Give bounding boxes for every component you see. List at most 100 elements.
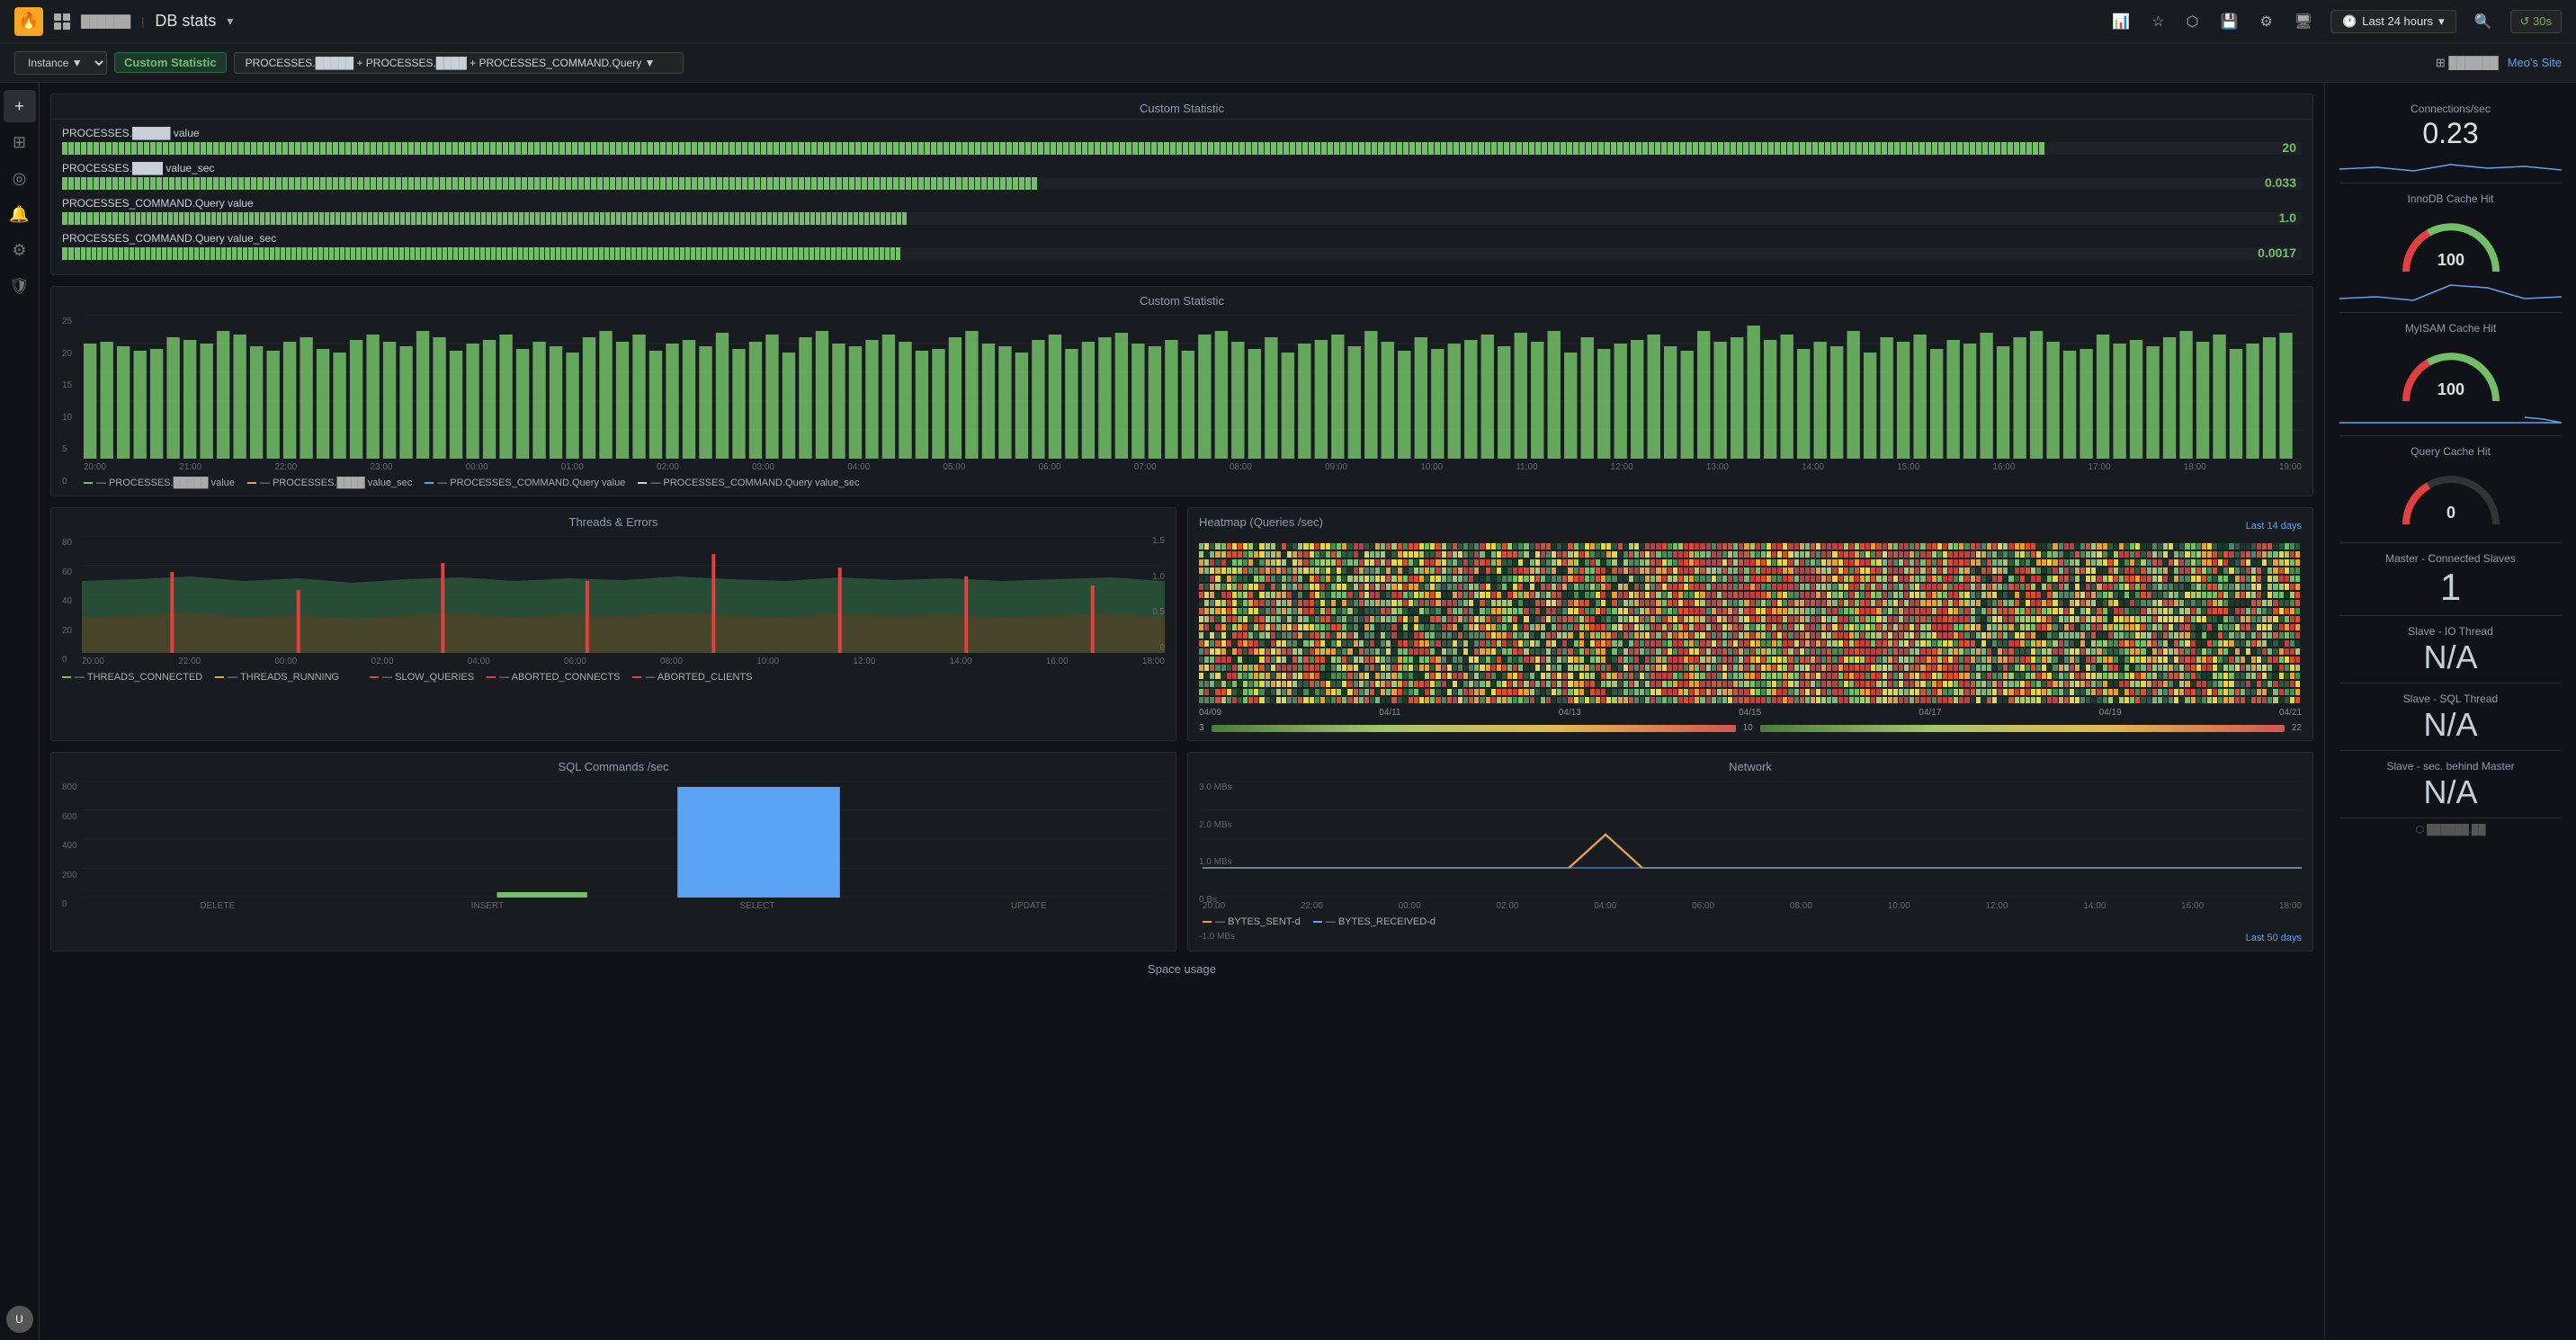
sidebar-item-plus[interactable]: + (4, 90, 36, 122)
heatmap-cell (2114, 608, 2118, 614)
heatmap-cell (1943, 608, 1947, 614)
dashboard-icon-btn[interactable]: 📊 (2108, 9, 2133, 34)
heatmap-cell (1497, 673, 1501, 679)
bar-segment (669, 247, 674, 260)
heatmap-cell (1447, 689, 1452, 695)
heatmap-cell (1557, 600, 1561, 606)
instance-dropdown[interactable]: Instance ▼ (14, 51, 107, 75)
heatmap-cell (1463, 657, 1468, 663)
heatmap-cell (1507, 689, 1512, 695)
slave-sql-stat: Slave - SQL Thread N/A (2339, 683, 2562, 751)
heatmap-cell (1650, 608, 1655, 614)
heatmap-cell (2003, 665, 2008, 671)
heatmap-cell (2279, 697, 2284, 703)
heatmap-cell (2218, 616, 2223, 622)
heatmap-cell (1904, 648, 1909, 655)
bar-segment (562, 212, 567, 225)
settings-icon-btn[interactable]: ⚙ (2256, 9, 2276, 34)
bar-segment (830, 142, 836, 155)
heatmap-cell (1794, 567, 1799, 574)
heatmap-cell (1964, 697, 1969, 703)
heatmap-cell (1695, 640, 1699, 647)
heatmap-cell (2053, 600, 2057, 606)
heatmap-cell (1767, 648, 1771, 655)
heatmap-cell (1530, 632, 1534, 639)
heatmap-cell (2086, 624, 2090, 630)
heatmap-cell (1347, 673, 1352, 679)
search-icon-btn[interactable]: 🔍 (2471, 9, 2496, 34)
formula-dropdown[interactable]: PROCESSES.█████ + PROCESSES.████ + PROCE… (234, 52, 684, 74)
grid-icon[interactable] (54, 13, 70, 30)
sidebar-item-bell[interactable]: 🔔 (4, 198, 36, 230)
heatmap-cell (1712, 632, 1716, 639)
heatmap-cell (1347, 543, 1352, 549)
heatmap-cell (2008, 681, 2013, 687)
heatmap-cell (2091, 689, 2096, 695)
heatmap-cell (1199, 559, 1203, 566)
bar-segment (648, 177, 653, 190)
heatmap-cell (1447, 559, 1452, 566)
title-dropdown-arrow[interactable]: ▾ (227, 13, 233, 29)
heatmap-cell (2285, 551, 2289, 558)
heatmap-cell (1574, 648, 1579, 655)
star-icon-btn[interactable]: ☆ (2148, 9, 2168, 34)
heatmap-cell (1292, 616, 1297, 622)
heatmap-cell (2290, 592, 2294, 598)
heatmap-cell (1243, 697, 1248, 703)
heatmap-cell (1943, 600, 1947, 606)
heatmap-cell (1722, 584, 1727, 590)
heatmap-cell (2191, 559, 2196, 566)
heatmap-cell (1739, 608, 1743, 614)
share-icon-btn[interactable]: ⬡ (2183, 9, 2203, 34)
heatmap-cell (1794, 584, 1799, 590)
heatmap-cell (1562, 624, 1567, 630)
heatmap-cell (1375, 616, 1380, 622)
heatmap-cell (1976, 657, 1981, 663)
bar-segment (446, 142, 452, 155)
heatmap-cell (1403, 616, 1408, 622)
time-range-button[interactable]: 🕐 Last 24 hours ▾ (2330, 10, 2456, 33)
heatmap-cell (2097, 551, 2101, 558)
heatmap-cell (1298, 681, 1302, 687)
heatmap-cell (2251, 673, 2256, 679)
heatmap-cell (1375, 697, 1380, 703)
heatmap-cell (1634, 543, 1639, 549)
heatmap-cell (1391, 551, 1396, 558)
heatmap-cell (2026, 657, 2030, 663)
bar-segments-4 (62, 247, 2302, 260)
heatmap-cell (1998, 551, 2002, 558)
heatmap-cell (2070, 559, 2074, 566)
bar-segment (637, 247, 641, 260)
nav-actions: 📊 ☆ ⬡ 💾 ⚙ 🖥 🕐 Last 24 hours ▾ 🔍 ↺ 30s (2108, 9, 2562, 34)
heatmap-cell (1590, 543, 1595, 549)
heatmap-cell (1254, 616, 1258, 622)
heatmap-cell (1271, 681, 1275, 687)
meos-site-link[interactable]: Meo's Site (2508, 56, 2562, 69)
heatmap-cell (1447, 608, 1452, 614)
refresh-button[interactable]: ↺ 30s (2510, 10, 2562, 33)
heatmap-cell (2053, 697, 2057, 703)
bar-segment (238, 142, 244, 155)
heatmap-cell (2059, 584, 2063, 590)
save-icon-btn[interactable]: 💾 (2217, 9, 2242, 34)
heatmap-cell (2003, 681, 2008, 687)
bar-segment (270, 247, 274, 260)
sidebar-item-shield[interactable]: 🛡 (4, 270, 36, 302)
heatmap-cell (1739, 665, 1743, 671)
heatmap-cell (2262, 648, 2267, 655)
user-avatar[interactable]: U (6, 1306, 33, 1333)
heatmap-cell (2026, 567, 2030, 574)
sidebar-item-grid[interactable]: ⊞ (4, 126, 36, 158)
bar-segment (169, 142, 174, 155)
sidebar-item-compass[interactable]: ◎ (4, 162, 36, 194)
heatmap-cell (2174, 624, 2178, 630)
bar-segment (68, 177, 74, 190)
heatmap-cell (1480, 657, 1484, 663)
heatmap-cell (1568, 559, 1572, 566)
heatmap-cell (1518, 543, 1523, 549)
monitor-icon-btn[interactable]: 🖥 (2291, 9, 2316, 34)
bar-segment (150, 177, 156, 190)
heatmap-cell (1359, 584, 1364, 590)
heatmap-cell (1375, 665, 1380, 671)
sidebar-item-gear[interactable]: ⚙ (4, 234, 36, 266)
